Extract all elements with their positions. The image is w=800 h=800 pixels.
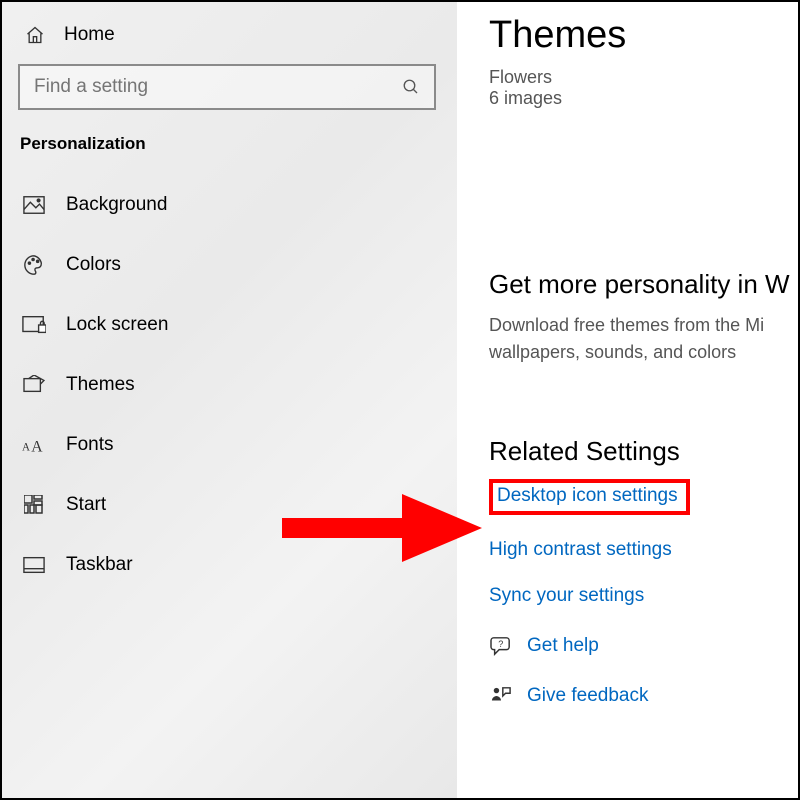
nav-themes[interactable]: Themes [22,374,457,396]
settings-sidebar: Home Personalization Background [2,2,457,798]
nav-label: Background [66,194,167,216]
search-box[interactable] [18,64,436,110]
get-help-link[interactable]: Get help [527,635,599,657]
nav-label: Colors [66,254,121,276]
svg-text:?: ? [498,639,503,649]
give-feedback-link[interactable]: Give feedback [527,685,648,707]
nav-label: Start [66,494,106,516]
nav-label: Fonts [66,434,114,456]
feedback-icon [489,686,513,706]
highlight-box: Desktop icon settings [489,479,690,515]
high-contrast-settings-link[interactable]: High contrast settings [489,539,672,561]
related-settings-heading: Related Settings [489,436,798,467]
svg-text:A: A [31,438,43,454]
get-help-row[interactable]: ? Get help [489,635,798,657]
palette-icon [22,254,46,276]
themes-icon [22,375,46,395]
fonts-icon: A A [22,436,46,454]
home-icon [24,25,46,45]
nav-start[interactable]: Start [22,494,457,516]
store-heading: Get more personality in W [489,269,798,300]
nav-colors[interactable]: Colors [22,254,457,276]
search-icon [402,78,420,96]
nav-lock-screen[interactable]: Lock screen [22,314,457,336]
home-button[interactable]: Home [18,2,457,64]
nav-label: Taskbar [66,554,133,576]
home-label: Home [64,24,115,46]
main-panel: Themes Flowers 6 images Get more persona… [457,2,798,798]
help-icon: ? [489,636,513,656]
store-body: Download free themes from the Mi wallpap… [489,312,798,366]
nav-label: Lock screen [66,314,168,336]
nav-list: Background Colors Lock screen [18,194,457,576]
current-theme-count: 6 images [489,88,798,109]
give-feedback-row[interactable]: Give feedback [489,685,798,707]
svg-text:A: A [22,442,30,454]
current-theme-name: Flowers [489,67,798,88]
desktop-icon-settings-link[interactable]: Desktop icon settings [497,485,678,507]
nav-fonts[interactable]: A A Fonts [22,434,457,456]
nav-label: Themes [66,374,135,396]
nav-background[interactable]: Background [22,194,457,216]
start-icon [22,495,46,515]
lock-screen-icon [22,315,46,335]
nav-taskbar[interactable]: Taskbar [22,554,457,576]
sync-settings-link[interactable]: Sync your settings [489,585,644,607]
picture-icon [22,195,46,215]
search-input[interactable] [34,76,384,98]
taskbar-icon [22,556,46,574]
page-title: Themes [489,14,798,57]
section-heading: Personalization [20,134,457,154]
